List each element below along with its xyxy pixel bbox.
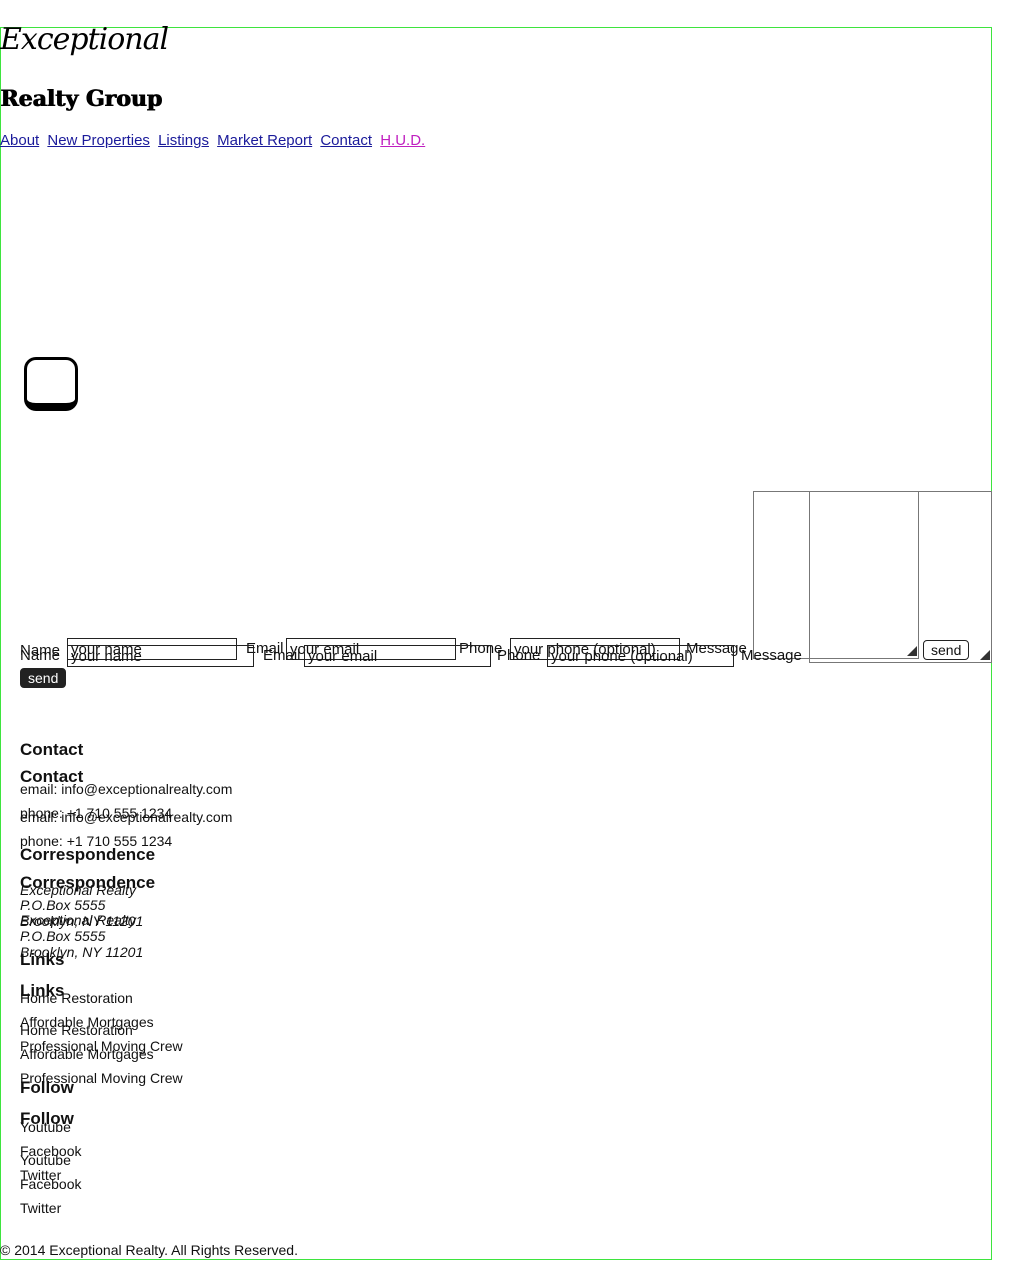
follow-heading: Follow [20, 1078, 74, 1097]
follow-youtube-link[interactable]: Youtube [20, 1119, 71, 1135]
links-heading: Links [20, 950, 65, 969]
links-item-dup[interactable]: Affordable Mortgages [20, 1046, 154, 1062]
message-textarea-dup[interactable] [809, 491, 992, 663]
brand-subtitle: Realty Group [0, 86, 162, 112]
nav-market-report[interactable]: Market Report [217, 132, 312, 149]
follow-facebook-link-dup[interactable]: Facebook [20, 1176, 81, 1192]
links-item[interactable]: Home Restoration [20, 990, 133, 1006]
copyright-text: © 2014 Exceptional Realty. All Rights Re… [0, 1242, 298, 1258]
contact-email[interactable]: email: info@exceptionalrealty.com [20, 781, 232, 797]
correspondence-line-dup: Exceptional Realty [20, 912, 136, 928]
send-button-dup[interactable]: send [20, 668, 67, 688]
nav-listings[interactable]: Listings [158, 132, 209, 149]
correspondence-heading: Correspondence [20, 845, 156, 864]
follow-twitter-link-dup[interactable]: Twitter [20, 1200, 61, 1216]
phone-label-dup: Phone [497, 647, 541, 664]
nav-hud[interactable]: H.U.D. [380, 132, 425, 149]
name-label-dup: Name [20, 647, 61, 664]
correspondence-line: P.O.Box 5555 [20, 897, 106, 913]
email-label-dup: Email [263, 647, 301, 664]
brand-script: Exceptional [0, 22, 169, 57]
correspondence-line-dup: P.O.Box 5555 [20, 928, 106, 944]
name-input-dup[interactable] [67, 645, 254, 667]
follow-youtube-link-dup[interactable]: Youtube [20, 1152, 71, 1168]
contact-phone: phone: +1 710 555 1234 [20, 805, 173, 821]
message-label-dup: Message [741, 647, 802, 664]
nav-contact[interactable]: Contact [320, 132, 372, 149]
nav-about[interactable]: About [0, 132, 39, 149]
textarea-resize-handle-dup[interactable] [980, 650, 990, 660]
contact-heading: Contact [20, 740, 84, 759]
correspondence-line: Exceptional Realty [20, 882, 136, 898]
links-item-dup[interactable]: Home Restoration [20, 1022, 133, 1038]
nav-new-properties[interactable]: New Properties [47, 132, 150, 149]
main-nav: About New Properties Listings Market Rep… [0, 132, 429, 149]
media-play-button[interactable] [24, 357, 78, 411]
phone-input-dup[interactable] [547, 645, 734, 667]
email-input-dup[interactable] [304, 645, 491, 667]
